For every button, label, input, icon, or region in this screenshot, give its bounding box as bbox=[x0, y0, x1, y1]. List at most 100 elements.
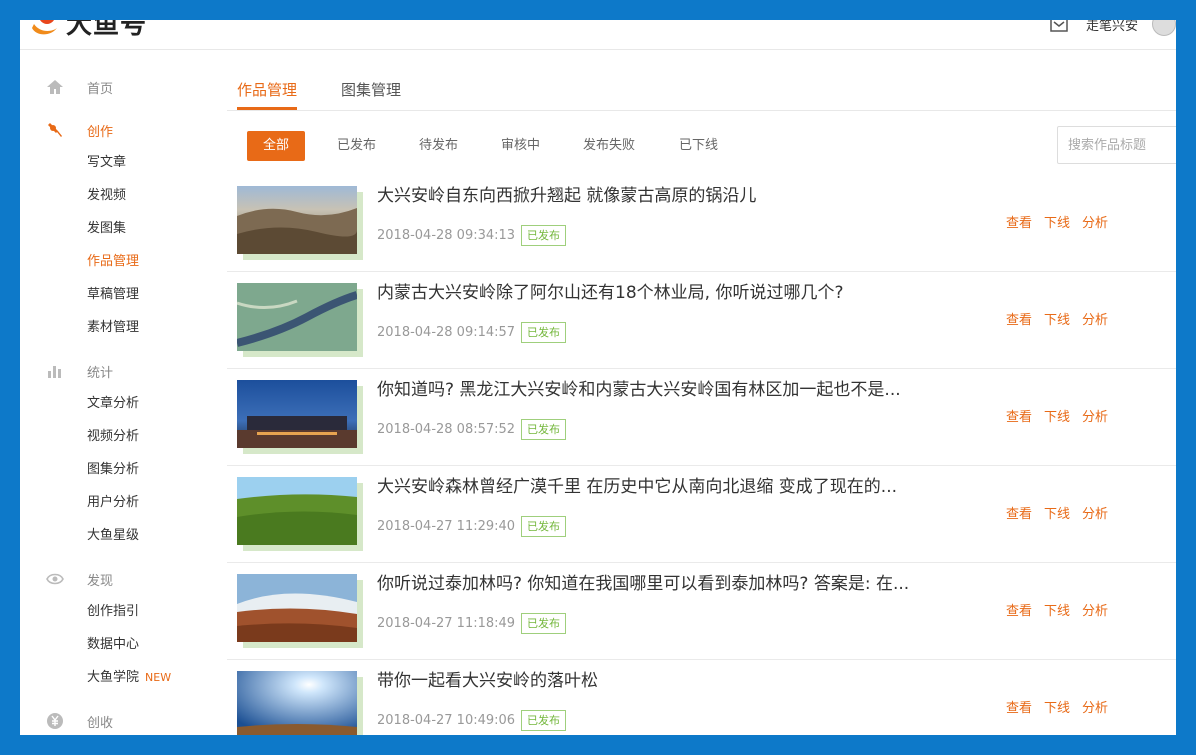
list-item: 你听说过泰加林吗? 你知道在我国哪里可以看到泰加林吗? 答案是: 在... 20… bbox=[227, 563, 1176, 660]
sidebar-item-article-analysis[interactable]: 文章分析 bbox=[87, 394, 139, 414]
new-badge: NEW bbox=[145, 671, 172, 684]
analyze-link[interactable]: 分析 bbox=[1082, 701, 1108, 716]
filter-pending[interactable]: 待发布 bbox=[419, 131, 458, 161]
filter-all[interactable]: 全部 bbox=[247, 131, 306, 161]
analyze-link[interactable]: 分析 bbox=[1082, 216, 1108, 231]
row-actions: 查看 下线 分析 bbox=[1006, 600, 1120, 619]
thumbnail[interactable] bbox=[237, 186, 365, 262]
bar-chart-icon bbox=[48, 366, 61, 378]
view-link[interactable]: 查看 bbox=[1006, 216, 1032, 231]
search-input[interactable] bbox=[1058, 127, 1170, 163]
tab-works-manage[interactable]: 作品管理 bbox=[237, 79, 298, 110]
grassland-thumbnail bbox=[237, 477, 357, 545]
article-title[interactable]: 大兴安岭自东向西掀升翘起 就像蒙古高原的锅沿儿 bbox=[377, 181, 756, 206]
article-time: 2018-04-28 09:34:13 bbox=[377, 228, 516, 243]
view-link[interactable]: 查看 bbox=[1006, 604, 1032, 619]
filter-offline[interactable]: 已下线 bbox=[679, 131, 718, 161]
tab-gallery-manage[interactable]: 图集管理 bbox=[341, 79, 401, 110]
analyze-link[interactable]: 分析 bbox=[1082, 410, 1108, 425]
row-actions: 查看 下线 分析 bbox=[1006, 503, 1120, 522]
article-title[interactable]: 你知道吗? 黑龙江大兴安岭和内蒙古大兴安岭国有林区加一起也不是... bbox=[377, 375, 901, 400]
sidebar-home-label: 首页 bbox=[87, 81, 114, 97]
fish-logo-icon bbox=[32, 20, 57, 35]
logo-text: 大鱼号 bbox=[66, 20, 148, 40]
status-badge: 已发布 bbox=[521, 322, 566, 343]
sidebar: 首页 创作 写文章 发视频 发图集 作品管理 草稿管理 素材管理 统计 文章分析… bbox=[20, 50, 210, 735]
analyze-link[interactable]: 分析 bbox=[1082, 507, 1108, 522]
sidebar-stats-label: 统计 bbox=[87, 365, 114, 381]
offline-link[interactable]: 下线 bbox=[1044, 216, 1070, 231]
river-aerial-thumbnail bbox=[237, 283, 357, 351]
app-window: 大鱼号 走笔兴安 首页 创作 写文章 发视频 发图集 作品管理 草稿管理 素材管… bbox=[20, 20, 1176, 735]
logo[interactable]: 大鱼号 bbox=[28, 20, 148, 40]
search-box bbox=[1057, 126, 1176, 164]
sidebar-item-drafts[interactable]: 草稿管理 bbox=[87, 285, 139, 305]
sidebar-item-star-level[interactable]: 大鱼星级 bbox=[87, 526, 139, 546]
article-time: 2018-04-28 08:57:52 bbox=[377, 422, 516, 437]
avatar[interactable] bbox=[1152, 20, 1176, 36]
offline-link[interactable]: 下线 bbox=[1044, 410, 1070, 425]
list-item: 大兴安岭自东向西掀升翘起 就像蒙古高原的锅沿儿 2018-04-28 09:34… bbox=[227, 175, 1176, 272]
thumbnail[interactable] bbox=[237, 380, 365, 456]
sidebar-income-label: 创收 bbox=[87, 715, 114, 731]
article-time: 2018-04-27 10:49:06 bbox=[377, 713, 516, 728]
view-link[interactable]: 查看 bbox=[1006, 313, 1032, 328]
thumbnail[interactable] bbox=[237, 671, 365, 735]
filter-published[interactable]: 已发布 bbox=[337, 131, 376, 161]
username[interactable]: 走笔兴安 bbox=[1086, 20, 1138, 34]
row-actions: 查看 下线 分析 bbox=[1006, 309, 1120, 328]
main-content: 作品管理 图集管理 全部 已发布 待发布 审核中 发布失败 已下线 搜索作品标题… bbox=[227, 50, 1176, 735]
sidebar-item-post-gallery[interactable]: 发图集 bbox=[87, 219, 126, 239]
mountain-landscape-thumbnail bbox=[237, 186, 357, 254]
status-badge: 已发布 bbox=[521, 225, 566, 246]
article-time: 2018-04-27 11:18:49 bbox=[377, 616, 516, 631]
status-filters: 全部 已发布 待发布 审核中 发布失败 已下线 bbox=[227, 130, 1176, 166]
analyze-link[interactable]: 分析 bbox=[1082, 604, 1108, 619]
thumbnail[interactable] bbox=[237, 283, 365, 359]
sidebar-create-label: 创作 bbox=[87, 124, 114, 140]
sidebar-academy-label: 大鱼学院 bbox=[87, 670, 140, 685]
article-title[interactable]: 你听说过泰加林吗? 你知道在我国哪里可以看到泰加林吗? 答案是: 在... bbox=[377, 569, 909, 594]
sidebar-item-works-manage[interactable]: 作品管理 bbox=[87, 252, 139, 272]
message-icon[interactable] bbox=[1050, 20, 1068, 32]
top-bar: 大鱼号 走笔兴安 bbox=[20, 20, 1176, 50]
filter-failed[interactable]: 发布失败 bbox=[583, 131, 635, 161]
article-time: 2018-04-28 09:14:57 bbox=[377, 325, 516, 340]
article-list: 大兴安岭自东向西掀升翘起 就像蒙古高原的锅沿儿 2018-04-28 09:34… bbox=[227, 175, 1176, 735]
pen-icon bbox=[48, 123, 62, 137]
thumbnail[interactable] bbox=[237, 574, 365, 650]
night-town-thumbnail bbox=[237, 380, 357, 448]
list-item: 带你一起看大兴安岭的落叶松 2018-04-27 10:49:06 已发布 查看… bbox=[227, 660, 1176, 735]
status-badge: 已发布 bbox=[521, 710, 566, 731]
analyze-link[interactable]: 分析 bbox=[1082, 313, 1108, 328]
status-badge: 已发布 bbox=[521, 419, 566, 440]
view-link[interactable]: 查看 bbox=[1006, 507, 1032, 522]
sidebar-item-video-analysis[interactable]: 视频分析 bbox=[87, 427, 139, 447]
row-actions: 查看 下线 分析 bbox=[1006, 212, 1120, 231]
sidebar-item-gallery-analysis[interactable]: 图集分析 bbox=[87, 460, 139, 480]
filter-reviewing[interactable]: 审核中 bbox=[501, 131, 540, 161]
view-link[interactable]: 查看 bbox=[1006, 410, 1032, 425]
list-item: 大兴安岭森林曾经广漠千里 在历史中它从南向北退缩 变成了现在的... 2018-… bbox=[227, 466, 1176, 563]
thumbnail[interactable] bbox=[237, 477, 365, 553]
article-title[interactable]: 带你一起看大兴安岭的落叶松 bbox=[377, 666, 598, 691]
list-item: 内蒙古大兴安岭除了阿尔山还有18个林业局, 你听说过哪几个? 2018-04-2… bbox=[227, 272, 1176, 369]
sidebar-item-post-video[interactable]: 发视频 bbox=[87, 186, 126, 206]
sidebar-item-materials[interactable]: 素材管理 bbox=[87, 318, 139, 338]
article-title[interactable]: 大兴安岭森林曾经广漠千里 在历史中它从南向北退缩 变成了现在的... bbox=[377, 472, 897, 497]
sidebar-item-creation-guide[interactable]: 创作指引 bbox=[87, 602, 139, 622]
larch-sunburst-thumbnail bbox=[237, 671, 357, 735]
offline-link[interactable]: 下线 bbox=[1044, 701, 1070, 716]
status-badge: 已发布 bbox=[521, 516, 566, 537]
offline-link[interactable]: 下线 bbox=[1044, 313, 1070, 328]
sidebar-item-data-center[interactable]: 数据中心 bbox=[87, 635, 139, 655]
status-badge: 已发布 bbox=[521, 613, 566, 634]
offline-link[interactable]: 下线 bbox=[1044, 604, 1070, 619]
sidebar-item-academy[interactable]: 大鱼学院 NEW bbox=[87, 668, 171, 688]
article-title[interactable]: 内蒙古大兴安岭除了阿尔山还有18个林业局, 你听说过哪几个? bbox=[377, 278, 843, 303]
sidebar-item-user-analysis[interactable]: 用户分析 bbox=[87, 493, 139, 513]
row-actions: 查看 下线 分析 bbox=[1006, 697, 1120, 716]
view-link[interactable]: 查看 bbox=[1006, 701, 1032, 716]
sidebar-item-write-article[interactable]: 写文章 bbox=[87, 153, 126, 173]
offline-link[interactable]: 下线 bbox=[1044, 507, 1070, 522]
